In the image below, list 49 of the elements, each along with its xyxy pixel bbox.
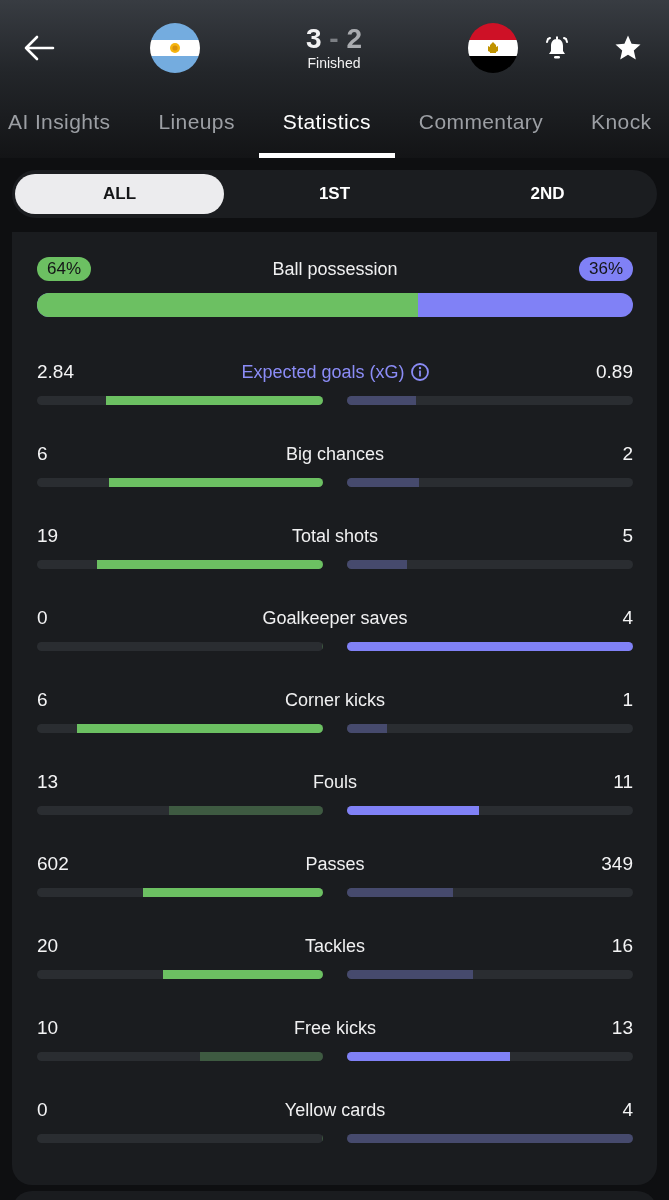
stat-label: Fouls [313, 771, 357, 793]
home-possession-badge: 64% [37, 257, 92, 281]
stat-label: Ball possession [272, 258, 398, 280]
match-score: 3 - 2 [305, 24, 362, 54]
away-stat-value: 1 [622, 689, 633, 711]
away-stat-value: 349 [601, 853, 633, 875]
match-status: Finished [307, 54, 361, 72]
home-stat-value: 0 [37, 607, 48, 629]
period-option[interactable]: ALL [15, 174, 224, 214]
tab[interactable]: Statistics [258, 98, 395, 158]
star-icon[interactable] [614, 34, 642, 62]
away-stat-value: 11 [613, 771, 633, 793]
away-possession-badge: 36% [578, 257, 633, 281]
away-stat-value: 13 [611, 1017, 633, 1039]
home-stat-value: 13 [37, 771, 59, 793]
stat-label: Free kicks [294, 1017, 376, 1039]
stat-label: Passes [305, 853, 365, 875]
tab[interactable]: Commentary [394, 98, 568, 158]
home-stat-value: 10 [37, 1017, 59, 1039]
stat-label: Goalkeeper saves [262, 607, 408, 629]
home-stat-value: 6 [37, 443, 48, 465]
home-stat-value: 20 [37, 935, 59, 957]
stat-label: Total shots [291, 525, 378, 547]
stat-info-link[interactable]: Expected goals (xG) [241, 361, 429, 383]
stat-label: Yellow cards [284, 1099, 386, 1121]
away-stat-value: 4 [622, 607, 633, 629]
flag-icon [468, 23, 518, 73]
home-stat-value: 2.84 [37, 361, 74, 383]
away-stat-value: 5 [622, 525, 633, 547]
home-stat-value: 602 [37, 853, 69, 875]
away-stat-value: 2 [622, 443, 633, 465]
stat-label: Big chances [285, 443, 385, 465]
home-stat-value: 19 [37, 525, 59, 547]
info-icon [410, 363, 429, 381]
away-stat-value: 0.89 [596, 361, 633, 383]
period-option[interactable]: 1ST [228, 174, 441, 214]
flag-icon [150, 23, 200, 73]
tab[interactable]: Lineups [134, 98, 259, 158]
home-stat-value: 6 [37, 689, 48, 711]
stat-label: Tackles [305, 935, 365, 957]
stat-label: Corner kicks [285, 689, 385, 711]
away-stat-value: 16 [611, 935, 633, 957]
away-stat-value: 4 [622, 1099, 633, 1121]
period-option[interactable]: 2ND [441, 174, 654, 214]
home-stat-value: 0 [37, 1099, 48, 1121]
tab[interactable]: Knock [567, 98, 669, 158]
tab[interactable]: AI Insights [0, 98, 135, 158]
bell-icon[interactable] [543, 34, 571, 62]
back-arrow-icon[interactable] [23, 34, 55, 62]
